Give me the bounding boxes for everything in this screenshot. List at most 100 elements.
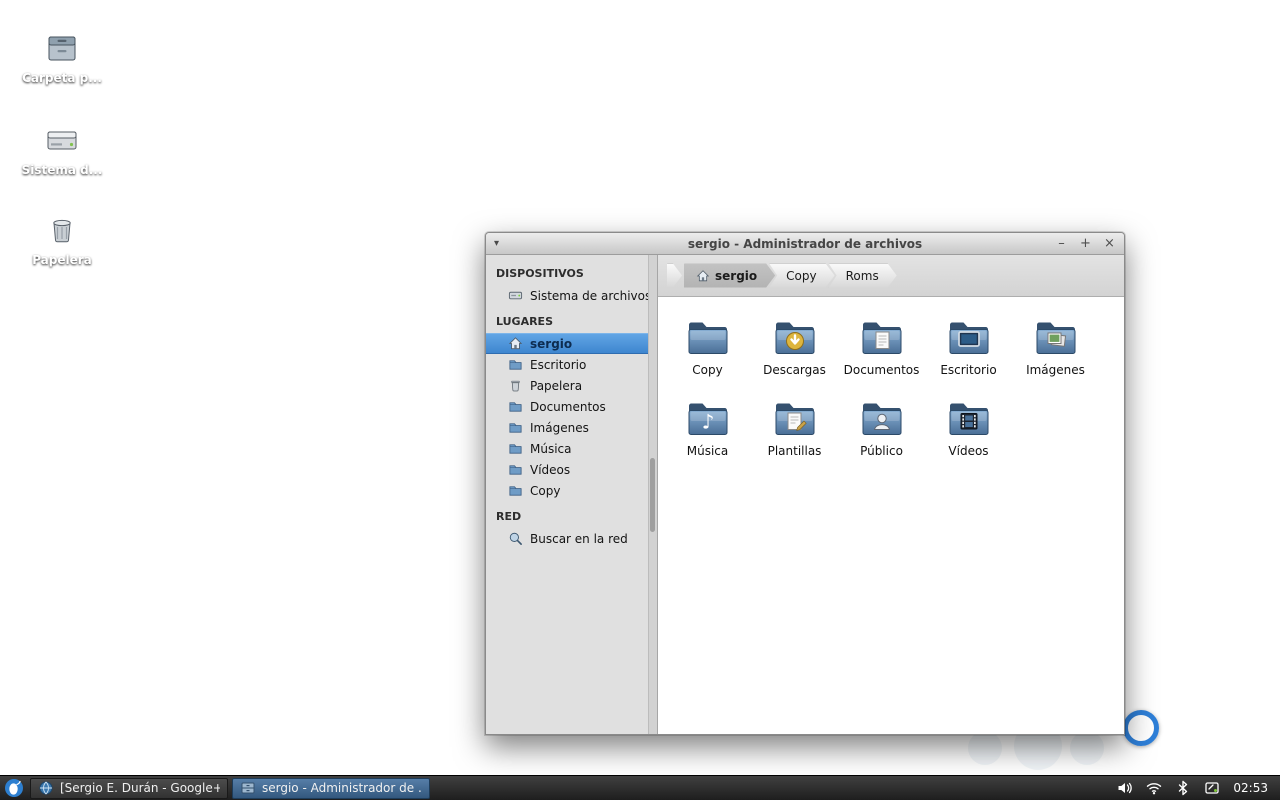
pathbar: sergio Copy Roms — [658, 255, 1124, 297]
sidebar-item-label: Documentos — [530, 399, 606, 414]
close-button[interactable]: × — [1103, 237, 1116, 250]
sidebar-section-red: RED — [496, 510, 522, 523]
file-label: Música — [686, 444, 729, 458]
file-icon-view[interactable]: Copy Descargas Documentos Escritorio Imá… — [658, 297, 1124, 734]
decoration-ring — [1123, 710, 1159, 746]
folder-download-icon — [771, 313, 819, 361]
sidebar-item-label: Vídeos — [530, 462, 571, 477]
sidebar-item-sergio[interactable]: sergio — [486, 333, 657, 354]
file-label: Vídeos — [948, 444, 989, 458]
folder-icon — [508, 483, 523, 498]
pathbar-stub — [667, 263, 682, 288]
taskbar-window-google-plus[interactable]: [Sergio E. Durán - Google+ ... — [30, 777, 228, 799]
scrollbar-thumb[interactable] — [650, 458, 655, 532]
file-publico[interactable]: Público — [838, 394, 925, 475]
sidebar-item-copy[interactable]: Copy — [486, 480, 657, 501]
decoration-circle — [1070, 731, 1104, 765]
folder-icon — [508, 420, 523, 435]
sidebar-scrollbar[interactable] — [648, 255, 657, 734]
sidebar-item-musica[interactable]: Música — [486, 438, 657, 459]
file-label: Escritorio — [940, 363, 997, 377]
sidebar-item-label: Papelera — [530, 378, 583, 393]
sidebar-item-documentos[interactable]: Documentos — [486, 396, 657, 417]
desktop-icon-trash[interactable]: Papelera — [16, 211, 108, 267]
folder-public-icon — [858, 394, 906, 442]
window-body: DISPOSITIVOS Sistema de archivos LUGARES… — [486, 255, 1124, 734]
wifi-icon[interactable] — [1146, 780, 1162, 796]
folder-videos-icon — [945, 394, 993, 442]
content-pane: sergio Copy Roms Copy Descargas Document… — [658, 255, 1124, 734]
bluetooth-icon[interactable] — [1175, 780, 1191, 796]
file-copy[interactable]: Copy — [664, 313, 751, 394]
taskbar-window-file-manager[interactable]: sergio - Administrador de ... — [232, 777, 430, 799]
desktop-icon-label: Sistema d... — [21, 163, 103, 177]
window-title: sergio - Administrador de archivos — [687, 236, 923, 251]
breadcrumb-copy[interactable]: Copy — [769, 264, 834, 288]
file-imagenes[interactable]: Imágenes — [1012, 313, 1099, 394]
breadcrumb-label: Copy — [786, 268, 817, 283]
file-manager-icon — [241, 782, 255, 794]
home-icon — [508, 336, 523, 351]
window-menu-icon[interactable]: ▾ — [494, 238, 499, 249]
file-musica[interactable]: Música — [664, 394, 751, 475]
file-manager-window: ▾ sergio - Administrador de archivos – +… — [485, 232, 1125, 735]
breadcrumb-roms[interactable]: Roms — [829, 264, 897, 288]
xfce-logo-icon — [5, 779, 23, 797]
sidebar-section-dispositivos: DISPOSITIVOS — [496, 267, 584, 280]
titlebar[interactable]: ▾ sergio - Administrador de archivos – +… — [486, 233, 1124, 255]
network-search-icon — [508, 531, 523, 546]
taskbar-window-label: [Sergio E. Durán - Google+ ... — [60, 781, 220, 795]
taskbar-window-label: sergio - Administrador de ... — [262, 781, 422, 795]
folder-templates-icon — [771, 394, 819, 442]
taskbar: [Sergio E. Durán - Google+ ... sergio - … — [0, 775, 1280, 800]
minimize-button[interactable]: – — [1055, 237, 1068, 250]
file-label: Copy — [692, 363, 723, 377]
sidebar-item-buscar-en-la-red[interactable]: Buscar en la red — [486, 528, 657, 549]
window-controls: – + × — [1055, 237, 1116, 250]
sidebar: DISPOSITIVOS Sistema de archivos LUGARES… — [486, 255, 658, 734]
drive-icon — [508, 288, 523, 303]
sidebar-item-escritorio[interactable]: Escritorio — [486, 354, 657, 375]
sidebar-item-label: Buscar en la red — [530, 531, 628, 546]
sidebar-item-videos[interactable]: Vídeos — [486, 459, 657, 480]
sidebar-item-imagenes[interactable]: Imágenes — [486, 417, 657, 438]
sidebar-item-label: Escritorio — [530, 357, 587, 372]
desktop-icon-label: Carpeta p... — [22, 71, 102, 85]
home-icon — [696, 269, 710, 283]
file-escritorio[interactable]: Escritorio — [925, 313, 1012, 394]
folder-documents-icon — [858, 313, 906, 361]
sidebar-item-label: Música — [530, 441, 572, 456]
sidebar-item-label: Sistema de archivos — [530, 288, 652, 303]
volume-icon[interactable] — [1117, 780, 1133, 796]
decoration-circle — [968, 731, 1002, 765]
desktop-icon-label: Papelera — [32, 253, 92, 267]
desktop-icon-filesystem[interactable]: Sistema d... — [16, 121, 108, 177]
system-tray: 02:53 — [1117, 780, 1280, 796]
file-descargas[interactable]: Descargas — [751, 313, 838, 394]
desktop-icon-home-folder[interactable]: Carpeta p... — [16, 29, 108, 85]
file-label: Plantillas — [767, 444, 822, 458]
file-videos[interactable]: Vídeos — [925, 394, 1012, 475]
folder-icon — [508, 441, 523, 456]
breadcrumb-label: Roms — [845, 268, 879, 283]
folder-desktop-icon — [945, 313, 993, 361]
file-label: Descargas — [763, 363, 826, 377]
file-label: Imágenes — [1026, 363, 1085, 377]
file-plantillas[interactable]: Plantillas — [751, 394, 838, 475]
sidebar-item-label: Copy — [530, 483, 561, 498]
filesystem-drive-icon — [47, 131, 77, 150]
breadcrumb-label: sergio — [715, 268, 758, 283]
browser-icon — [39, 781, 53, 795]
sidebar-item-label: sergio — [530, 336, 573, 351]
folder-icon — [508, 357, 523, 372]
maximize-button[interactable]: + — [1079, 237, 1092, 250]
home-folder-icon — [48, 36, 76, 61]
applications-menu-button[interactable] — [3, 777, 25, 799]
file-documentos[interactable]: Documentos — [838, 313, 925, 394]
breadcrumb-sergio[interactable]: sergio — [684, 264, 775, 288]
clock: 02:53 — [1233, 781, 1268, 795]
sidebar-item-label: Imágenes — [530, 420, 589, 435]
input-device-icon[interactable] — [1204, 780, 1220, 796]
sidebar-item-sistema-de-archivos[interactable]: Sistema de archivos — [486, 285, 657, 306]
sidebar-item-papelera[interactable]: Papelera — [486, 375, 657, 396]
